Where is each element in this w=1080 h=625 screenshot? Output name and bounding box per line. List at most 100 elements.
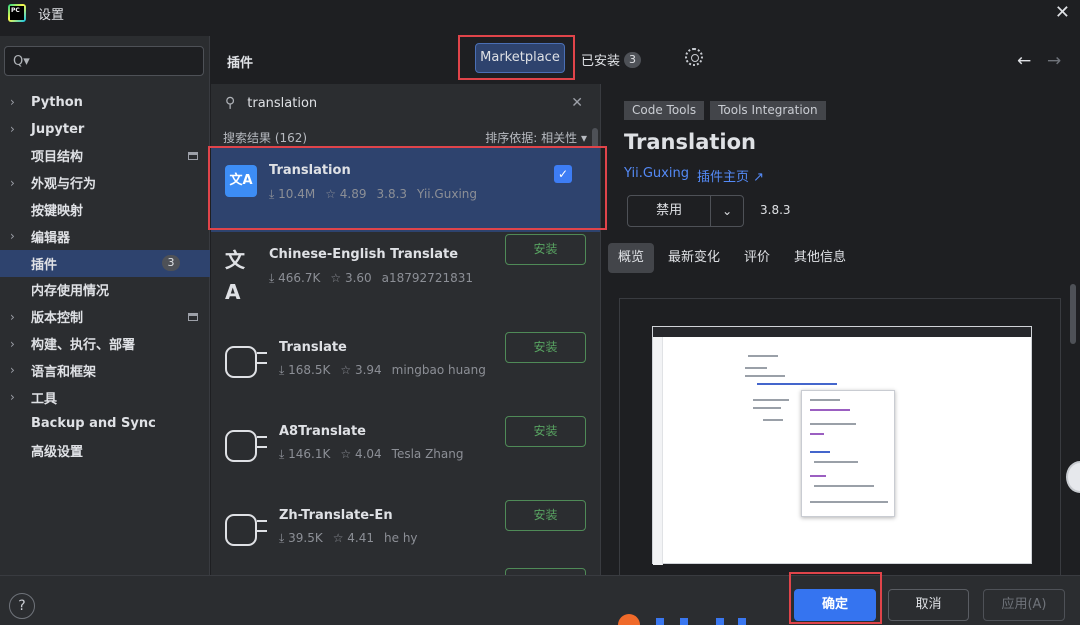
- detail-tab[interactable]: 其他信息: [784, 243, 856, 273]
- popup-line: [810, 399, 840, 401]
- sidebar-item[interactable]: › 编辑器: [0, 223, 210, 250]
- plugin-tag[interactable]: Code Tools: [624, 101, 705, 120]
- settings-search-input[interactable]: Q▾: [4, 46, 204, 76]
- window-title: 设置: [38, 7, 65, 23]
- screenshot-code-line: [745, 367, 767, 369]
- sidebar-item[interactable]: › Jupyter: [0, 116, 210, 143]
- detail-tab[interactable]: 概览: [608, 243, 655, 273]
- clear-search-icon[interactable]: ✕: [571, 95, 583, 111]
- project-scope-icon: [188, 312, 198, 321]
- plugin-name: A8Translate: [279, 424, 366, 439]
- gear-icon[interactable]: [685, 48, 703, 66]
- plugin-icon: [225, 430, 267, 462]
- chevron-right-icon[interactable]: ›: [10, 337, 22, 351]
- plugin-download-count-value: 168.5K: [288, 363, 331, 377]
- plugin-vendor-value: he hy: [384, 531, 418, 545]
- plugin-name: Translation: [269, 163, 351, 178]
- plugin-download-count: ⤓ 146.1K: [279, 447, 330, 461]
- sidebar-item[interactable]: › Python: [0, 89, 210, 116]
- sidebar-item[interactable]: › 工具: [0, 384, 210, 411]
- plugin-list-item[interactable]: [211, 568, 600, 575]
- plugin-download-count: ⤓ 10.4M: [269, 187, 315, 201]
- tab-marketplace[interactable]: Marketplace: [475, 43, 565, 73]
- chevron-right-icon[interactable]: ›: [10, 363, 22, 377]
- sidebar-item[interactable]: 插件 3: [0, 249, 210, 277]
- install-button[interactable]: 安装: [505, 332, 586, 363]
- install-button[interactable]: 安装: [505, 234, 586, 265]
- chevron-right-icon[interactable]: ›: [10, 229, 22, 243]
- screenshot-sidebar: [653, 337, 663, 565]
- sidebar-item[interactable]: Backup and Sync: [0, 411, 210, 438]
- sidebar-item[interactable]: 内存使用情况: [0, 277, 210, 304]
- sidebar-item[interactable]: › 外观与行为: [0, 169, 210, 196]
- tab-installed[interactable]: 已安装 3: [581, 50, 642, 69]
- plugin-list-item[interactable]: A8Translate ⤓ 146.1K ☆ 4.04 Tesla Zhang 安装: [211, 400, 600, 484]
- plugin-vendor-value: Tesla Zhang: [391, 447, 464, 461]
- plugin-list-panel: ⚲ translation ✕ 搜索结果 (162) 排序依据: 相关性 ▾ 文…: [211, 84, 601, 575]
- section-title: 插件: [227, 56, 254, 71]
- install-button[interactable]: 安装: [505, 416, 586, 447]
- plugin-download-count-value: 466.7K: [278, 271, 321, 285]
- disable-button-label[interactable]: 禁用: [628, 196, 712, 226]
- results-count: 搜索结果 (162): [223, 130, 308, 145]
- install-button[interactable]: 安装: [505, 500, 586, 531]
- screenshot-code-line: [757, 383, 837, 385]
- plugin-tag[interactable]: Tools Integration: [710, 101, 826, 120]
- plugin-name: Zh-Translate-En: [279, 508, 393, 523]
- search-icon: ⚲: [225, 95, 236, 111]
- project-scope-icon: [188, 151, 198, 160]
- chevron-down-icon[interactable]: ⌄: [711, 204, 743, 218]
- sort-dropdown[interactable]: 排序依据: 相关性 ▾: [485, 129, 587, 146]
- detail-tab[interactable]: 评价: [734, 243, 780, 273]
- close-icon[interactable]: ✕: [1055, 2, 1070, 23]
- plugin-rating-value: 4.41: [347, 531, 375, 545]
- zh-translate-icon: 文A: [225, 248, 245, 304]
- chevron-right-icon[interactable]: ›: [10, 176, 22, 190]
- sidebar-item[interactable]: 按键映射: [0, 196, 210, 223]
- chevron-right-icon[interactable]: ›: [10, 310, 22, 324]
- ok-button[interactable]: 确定: [794, 589, 876, 621]
- popup-line: [814, 461, 858, 463]
- chevron-right-icon[interactable]: ›: [10, 390, 22, 404]
- plugin-search-value[interactable]: translation: [247, 96, 317, 111]
- plugin-version: 3.8.3: [760, 203, 791, 217]
- plugin-icon: [225, 514, 267, 546]
- download-icon: ⤓: [269, 271, 279, 285]
- sidebar-item[interactable]: 项目结构: [0, 143, 210, 170]
- detail-tab[interactable]: 最新变化: [658, 243, 730, 273]
- plugin-rating-value: 3.94: [354, 363, 382, 377]
- sidebar-item-label: 工具: [31, 391, 58, 407]
- plugin-homepage-link[interactable]: 插件主页 ↗: [697, 166, 764, 185]
- plugin-list-item[interactable]: 文A Translation ⤓ 10.4M ☆ 4.89 3.8.3 Yii.Guxin…: [211, 148, 600, 232]
- sidebar-item[interactable]: › 语言和框架: [0, 357, 210, 384]
- plugin-search-input[interactable]: ⚲ translation ✕: [211, 84, 600, 122]
- pycharm-logo-icon: PC: [8, 4, 26, 22]
- sidebar-item[interactable]: › 版本控制: [0, 303, 210, 330]
- sidebar-item-label: 外观与行为: [31, 177, 97, 193]
- sidebar-item[interactable]: 高级设置: [0, 437, 210, 464]
- forward-arrow-icon[interactable]: →: [1047, 51, 1061, 71]
- sidebar-badge: 3: [162, 255, 180, 272]
- cancel-button[interactable]: 取消: [888, 589, 969, 621]
- sidebar-item[interactable]: › 构建、执行、部署: [0, 330, 210, 357]
- results-bar: 搜索结果 (162) 排序依据: 相关性 ▾: [211, 124, 600, 150]
- enabled-checkbox[interactable]: ✓: [554, 165, 572, 183]
- screenshot-code-line: [748, 355, 778, 357]
- disable-button[interactable]: 禁用 ⌄: [627, 195, 744, 227]
- chevron-right-icon[interactable]: ›: [10, 122, 22, 136]
- plugin-screenshot[interactable]: [652, 326, 1032, 565]
- apply-button[interactable]: 应用(A): [983, 589, 1065, 621]
- plugin-vendor-value: a18792721831: [381, 271, 473, 285]
- detail-scrollbar[interactable]: [1070, 284, 1076, 344]
- back-arrow-icon[interactable]: ←: [1017, 51, 1031, 71]
- star-icon: ☆: [332, 531, 348, 545]
- chevron-right-icon[interactable]: ›: [10, 95, 22, 109]
- plugin-vendor-value: mingbao huang: [391, 363, 486, 377]
- plugin-vendor-link[interactable]: Yii.Guxing: [624, 166, 689, 181]
- help-icon[interactable]: ?: [9, 593, 35, 619]
- plugin-list-item[interactable]: Zh-Translate-En ⤓ 39.5K ☆ 4.41 he hy 安装: [211, 484, 600, 568]
- plugin-list-item[interactable]: 文A Chinese-English Translate ⤓ 466.7K ☆ 3.6…: [211, 232, 600, 316]
- install-button[interactable]: [505, 568, 586, 575]
- plugin-download-count: ⤓ 39.5K: [279, 531, 323, 545]
- plugin-list-item[interactable]: Translate ⤓ 168.5K ☆ 3.94 mingbao huang 安装: [211, 316, 600, 400]
